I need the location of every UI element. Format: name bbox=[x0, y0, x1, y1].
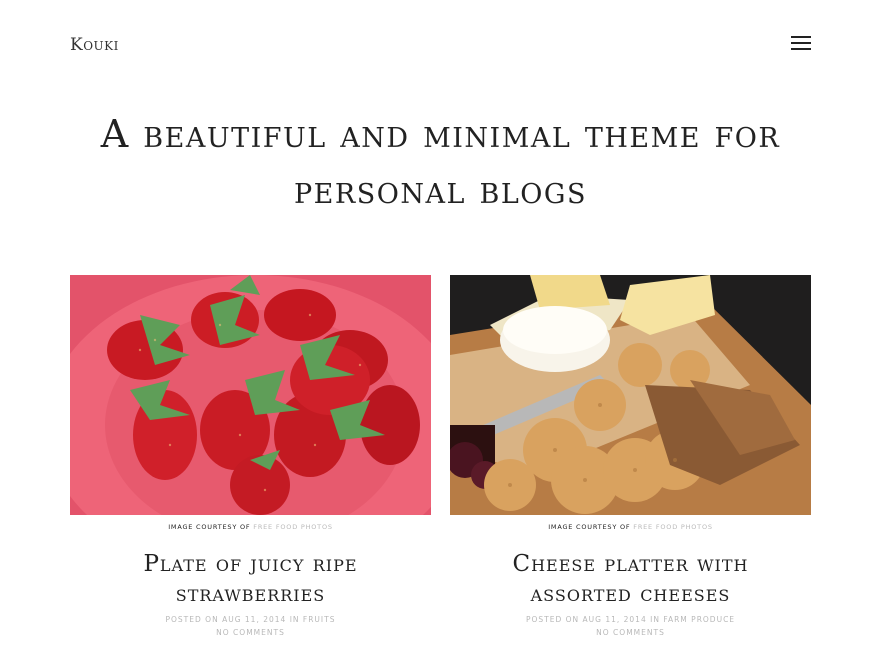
credit-link[interactable]: Free Food Photos bbox=[633, 523, 713, 531]
post-category[interactable]: Farm Produce bbox=[663, 615, 735, 624]
post-thumbnail-strawberries[interactable] bbox=[70, 275, 431, 515]
hamburger-menu-icon[interactable] bbox=[791, 34, 811, 50]
cheese-platter-photo bbox=[450, 275, 811, 515]
credit-prefix: Image courtesy of bbox=[548, 523, 631, 531]
credit-prefix: Image courtesy of bbox=[168, 523, 251, 531]
post-title-link[interactable]: Cheese platter with assorted cheeses bbox=[512, 551, 748, 607]
post-meta: Posted on Aug 11, 2014 in Fruits No Comm… bbox=[70, 613, 431, 639]
image-credit: Image courtesy of Free Food Photos bbox=[70, 523, 431, 531]
site-tagline: A beautiful and minimal theme for person… bbox=[100, 112, 781, 212]
menu-bar bbox=[791, 42, 811, 44]
post-date[interactable]: Aug 11, 2014 bbox=[583, 615, 647, 624]
in-word: in bbox=[650, 615, 660, 624]
strawberries-photo bbox=[70, 275, 431, 515]
posted-prefix: Posted on bbox=[525, 615, 580, 624]
post-comments[interactable]: No Comments bbox=[596, 628, 665, 637]
site-header: Kouki bbox=[70, 33, 811, 55]
post-card: Image courtesy of Free Food Photos Plate… bbox=[70, 275, 431, 639]
post-meta: Posted on Aug 11, 2014 in Farm Produce N… bbox=[450, 613, 811, 639]
post-meta-line: Posted on Aug 11, 2014 in Fruits bbox=[70, 613, 431, 626]
credit-link[interactable]: Free Food Photos bbox=[253, 523, 333, 531]
menu-bar bbox=[791, 48, 811, 50]
post-title-link[interactable]: Plate of juicy ripe strawberries bbox=[143, 551, 357, 607]
hero: A beautiful and minimal theme for person… bbox=[70, 106, 811, 218]
posted-prefix: Posted on bbox=[165, 615, 219, 624]
post-title: Plate of juicy ripe strawberries bbox=[70, 549, 431, 609]
post-thumbnail-cheese[interactable] bbox=[450, 275, 811, 515]
site-logo[interactable]: Kouki bbox=[70, 35, 119, 55]
menu-bar bbox=[791, 36, 811, 38]
post-comments[interactable]: No Comments bbox=[216, 628, 285, 637]
image-credit: Image courtesy of Free Food Photos bbox=[450, 523, 811, 531]
in-word: in bbox=[289, 615, 300, 624]
post-title: Cheese platter with assorted cheeses bbox=[450, 549, 811, 609]
post-meta-line: Posted on Aug 11, 2014 in Farm Produce bbox=[450, 613, 811, 626]
post-card: Image courtesy of Free Food Photos Chees… bbox=[450, 275, 811, 639]
post-category[interactable]: Fruits bbox=[303, 615, 336, 624]
post-date[interactable]: Aug 11, 2014 bbox=[222, 615, 286, 624]
